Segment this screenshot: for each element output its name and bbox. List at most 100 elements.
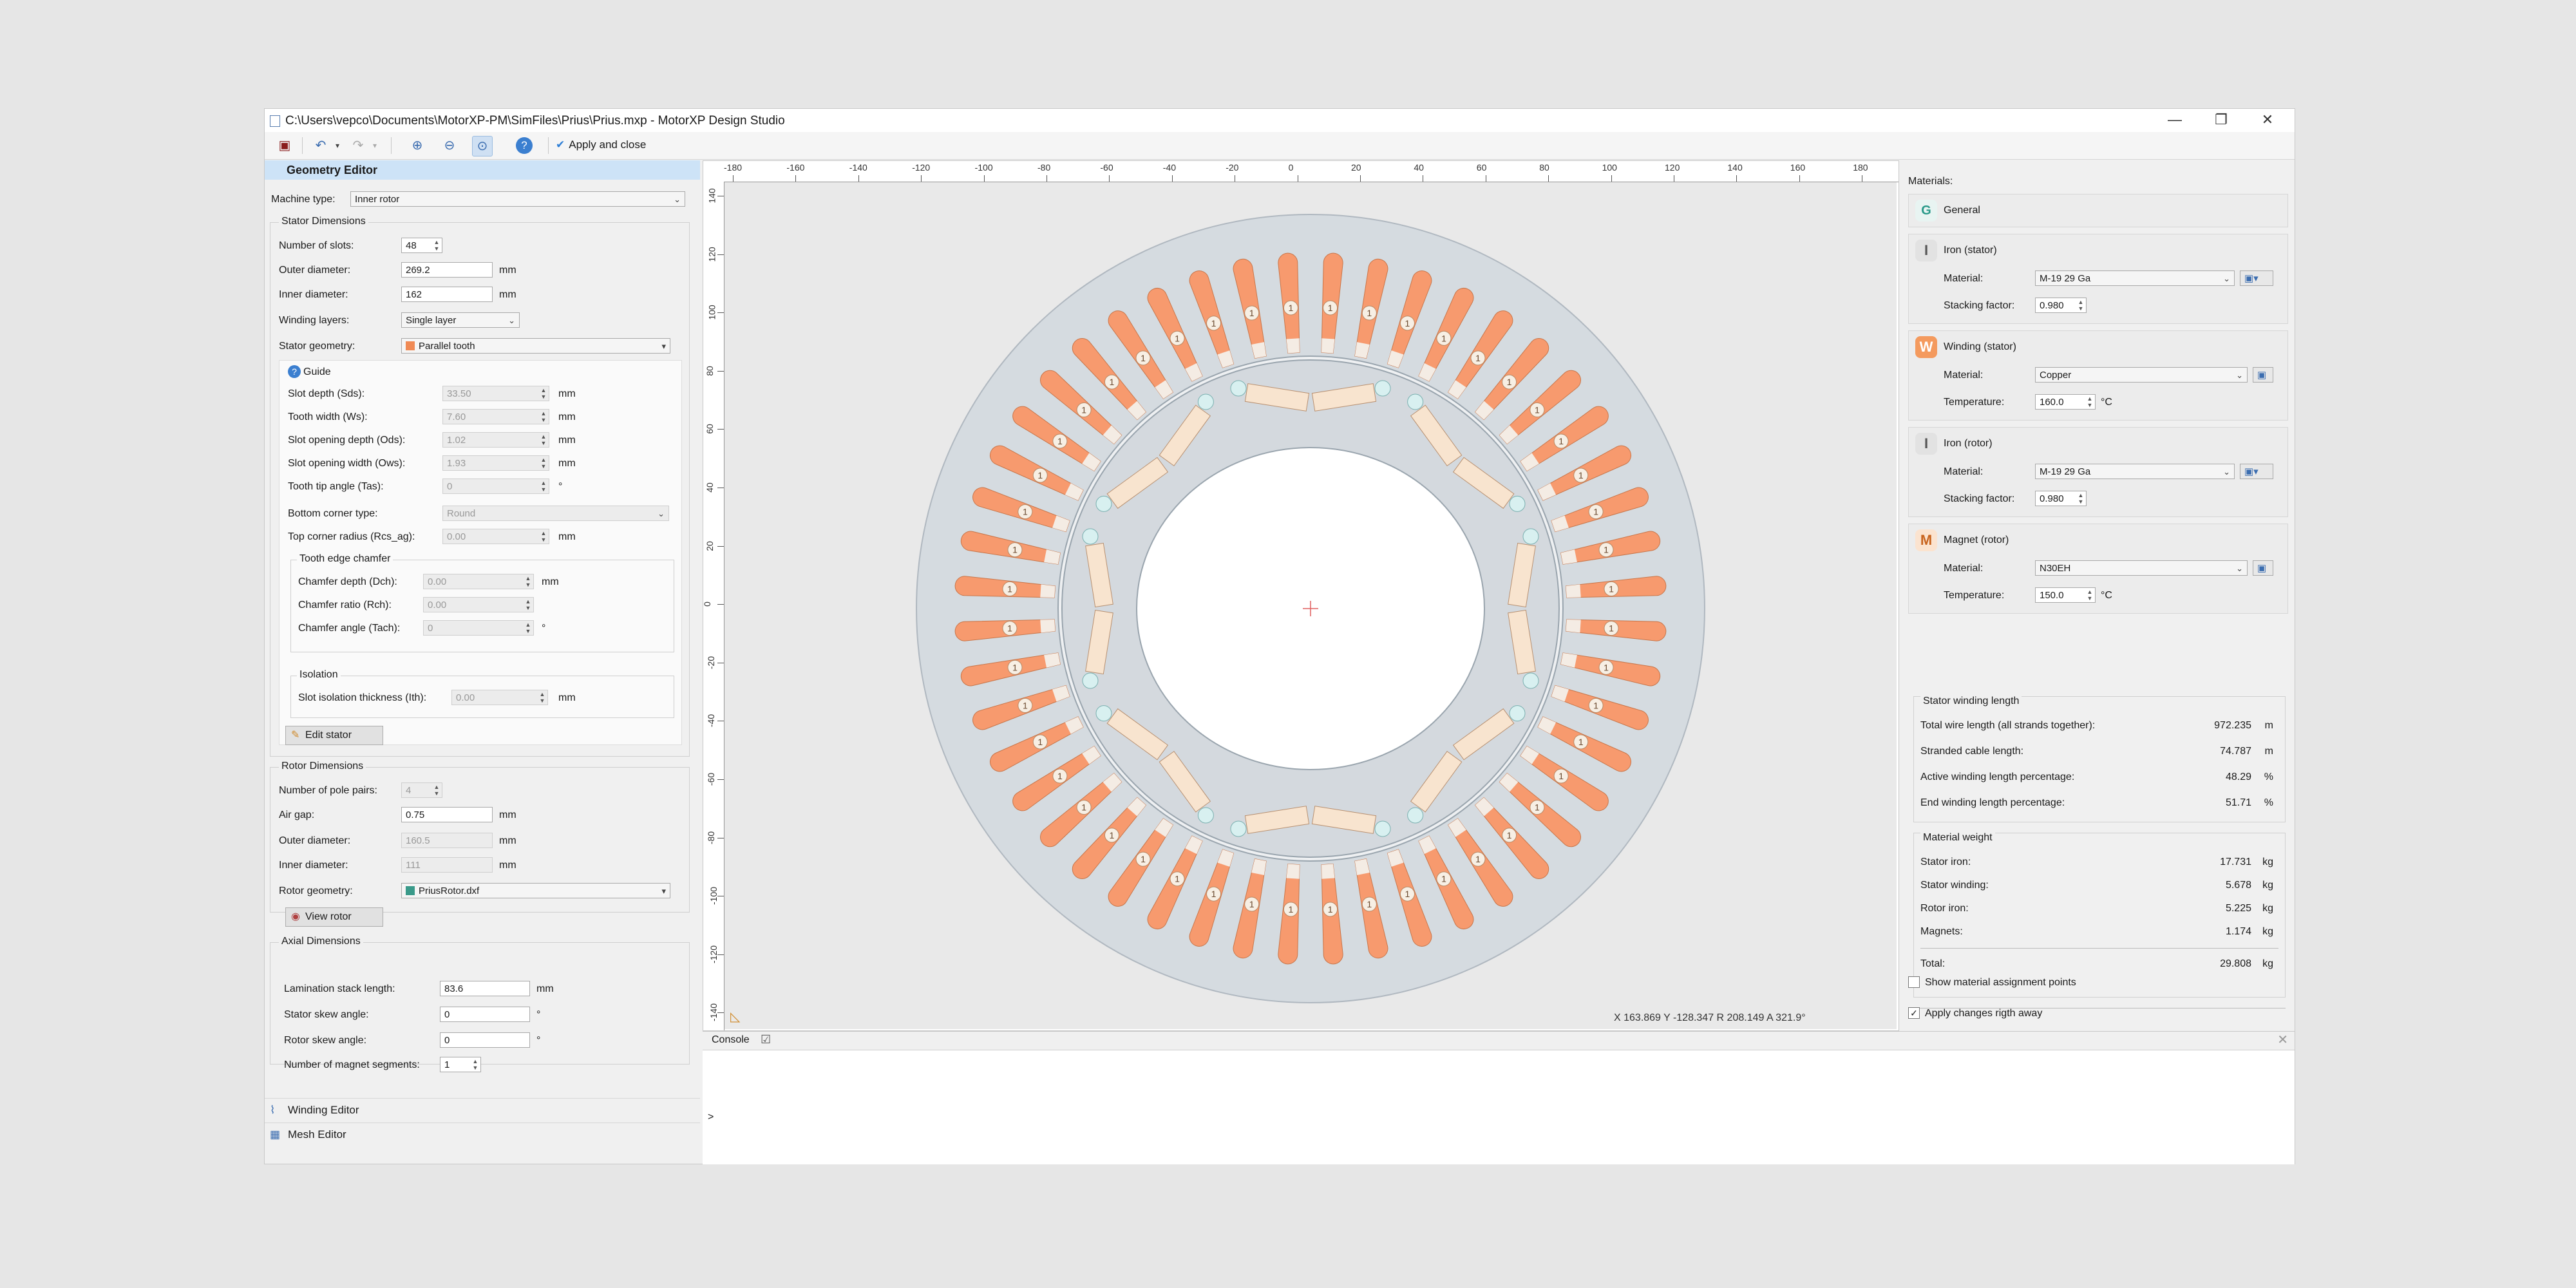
rotor-stacking-input[interactable]: 0.980 ▲ ▼ bbox=[2035, 491, 2087, 506]
spin-icon[interactable]: ▲ ▼ bbox=[2085, 589, 2094, 601]
mesh-editor-item[interactable]: ▦ Mesh Editor bbox=[265, 1122, 700, 1146]
zoom-fit-icon[interactable]: ⊙ bbox=[472, 136, 493, 156]
save-icon[interactable]: ▣ bbox=[275, 136, 294, 155]
slot-label: 1 bbox=[1441, 333, 1446, 343]
rotor-outer-input[interactable]: 160.5 bbox=[401, 833, 493, 848]
spin-icon[interactable]: ▲ ▼ bbox=[539, 530, 548, 543]
undo-dropdown-icon[interactable]: ▾ bbox=[328, 136, 347, 155]
material-label: Material: bbox=[1944, 466, 1984, 477]
help-icon[interactable]: ? bbox=[516, 137, 533, 154]
rotor-inner-input[interactable]: 111 bbox=[401, 857, 493, 873]
chamfer-ratio-input[interactable]: 0.00 ▲ ▼ bbox=[423, 597, 534, 612]
magnet-temperature-input[interactable]: 150.0 ▲ ▼ bbox=[2035, 587, 2096, 603]
stator-skew-input[interactable]: 0 bbox=[440, 1007, 530, 1022]
spin-icon[interactable]: ▲ ▼ bbox=[2085, 395, 2094, 408]
spin-icon[interactable]: ▲ ▼ bbox=[471, 1058, 480, 1071]
spin-icon[interactable]: ▲ ▼ bbox=[539, 480, 548, 493]
pole-pairs-input[interactable]: 4 ▲ ▼ bbox=[401, 782, 442, 798]
apply-and-close-button[interactable]: ✔ Apply and close bbox=[556, 138, 646, 151]
air-gap-input[interactable]: 0.75 bbox=[401, 807, 493, 822]
plot-area[interactable]: 1 1 1 1 1 1 1 1 1 1 1 1 1 1 1 1 1 1 1 1 1 1 1 1 1 1 1 1 1 1 1 1 1 1 1 1 1 1 1 1… bbox=[724, 182, 1897, 1029]
iron-stator-material-select[interactable]: M-19 29 Ga ⌄ bbox=[2035, 270, 2235, 286]
magnet-icon: M bbox=[1915, 529, 1937, 551]
tooth-width-label: Tooth width (Ws): bbox=[288, 412, 368, 422]
redo-dropdown-icon[interactable]: ▾ bbox=[365, 136, 384, 155]
spin-icon[interactable]: ▲ ▼ bbox=[539, 433, 548, 446]
outer-diameter-input[interactable]: 269.2 bbox=[401, 262, 493, 278]
spin-icon[interactable]: ▲ ▼ bbox=[2076, 299, 2085, 312]
apply-changes-checkbox[interactable]: ✓ bbox=[1908, 1007, 1920, 1019]
chamfer-angle-input[interactable]: 0 ▲ ▼ bbox=[423, 620, 534, 636]
show-points-checkbox[interactable] bbox=[1908, 976, 1920, 988]
spin-icon[interactable]: ▲ ▼ bbox=[538, 691, 547, 704]
spin-icon[interactable]: ▲ ▼ bbox=[539, 457, 548, 469]
library-icon: ▣▾ bbox=[2244, 466, 2259, 477]
iron-rotor-material-select[interactable]: M-19 29 Ga ⌄ bbox=[2035, 464, 2235, 479]
stator-geometry-select[interactable]: Parallel tooth ▾ bbox=[401, 338, 670, 354]
slot-label: 1 bbox=[1012, 545, 1018, 555]
slot-label: 1 bbox=[1175, 333, 1180, 343]
geometry-editor-header[interactable]: Geometry Editor bbox=[265, 160, 700, 180]
rotor-geometry-select[interactable]: PriusRotor.dxf ▾ bbox=[401, 883, 670, 898]
zoom-out-icon[interactable]: ⊖ bbox=[440, 136, 459, 155]
y-tick-label: -40 bbox=[706, 714, 717, 728]
tooth-tip-angle-input[interactable]: 0 ▲ ▼ bbox=[442, 478, 549, 494]
spin-icon[interactable]: ▲ ▼ bbox=[2076, 492, 2085, 505]
guide-link[interactable]: Guide bbox=[303, 366, 331, 378]
bottom-corner-select[interactable]: Round ⌄ bbox=[442, 506, 669, 521]
help-icon[interactable]: ? bbox=[288, 365, 301, 378]
material-weight-title: Material weight bbox=[1920, 832, 1995, 844]
winding-editor-item[interactable]: ⌇ Winding Editor bbox=[265, 1098, 700, 1122]
console-tab[interactable]: Console bbox=[712, 1034, 750, 1046]
winding-temperature-input[interactable]: 160.0 ▲ ▼ bbox=[2035, 394, 2096, 410]
geometry-canvas[interactable]: -180 -160 -140 -120 -100 -80 -60 -40 -20 0 20 40 60 8… bbox=[702, 160, 1899, 1031]
slot-label: 1 bbox=[1558, 771, 1564, 781]
magnet-material-select[interactable]: N30EH ⌄ bbox=[2035, 560, 2248, 576]
spin-icon[interactable]: ▲ ▼ bbox=[539, 410, 548, 423]
chamfer-depth-input[interactable]: 0.00 ▲ ▼ bbox=[423, 574, 534, 589]
spin-icon[interactable]: ▲ ▼ bbox=[539, 387, 548, 400]
spin-icon[interactable]: ▲ ▼ bbox=[524, 575, 533, 588]
stator-stacking-input[interactable]: 0.980 ▲ ▼ bbox=[2035, 298, 2087, 313]
material-library-button[interactable]: ▣ bbox=[2253, 367, 2273, 383]
inner-diameter-input[interactable]: 162 bbox=[401, 287, 493, 302]
slot-opening-width-input[interactable]: 1.93 ▲ ▼ bbox=[442, 455, 549, 471]
slot-opening-depth-input[interactable]: 1.02 ▲ ▼ bbox=[442, 432, 549, 448]
mesh-editor-icon: ▦ bbox=[270, 1128, 281, 1141]
slots-value: 48 bbox=[406, 240, 417, 251]
slots-input[interactable]: 48 ▲ ▼ bbox=[401, 238, 442, 253]
machine-type-select[interactable]: Inner rotor ⌄ bbox=[350, 191, 685, 207]
magnet-segments-input[interactable]: 1 ▲ ▼ bbox=[440, 1057, 481, 1072]
clear-console-icon[interactable]: ☑ bbox=[761, 1033, 771, 1046]
stator-iron-weight-label: Stator iron: bbox=[1920, 857, 1971, 867]
material-library-button[interactable]: ▣▾ bbox=[2240, 464, 2273, 479]
maximize-button[interactable]: ❐ bbox=[2198, 109, 2244, 132]
minimize-button[interactable]: — bbox=[2152, 109, 2198, 132]
spin-icon[interactable]: ▲ ▼ bbox=[524, 621, 533, 634]
motor-cross-section[interactable]: 1 1 1 1 1 1 1 1 1 1 1 1 1 1 1 1 1 1 1 1 1 1 1 1 1 1 1 1 1 1 1 1 1 1 1 1 1 1 1 1… bbox=[724, 182, 1897, 1029]
view-rotor-button[interactable]: ◉ View rotor bbox=[285, 907, 383, 927]
close-console-icon[interactable]: ✕ bbox=[2277, 1032, 2288, 1048]
spin-icon[interactable]: ▲ ▼ bbox=[432, 784, 441, 797]
console-input[interactable] bbox=[719, 1109, 2007, 1124]
edit-stator-button[interactable]: ✎ Edit stator bbox=[285, 726, 383, 745]
material-library-button[interactable]: ▣▾ bbox=[2240, 270, 2273, 286]
slot-depth-input[interactable]: 33.50 ▲ ▼ bbox=[442, 386, 549, 401]
y-tick-label: -20 bbox=[706, 656, 717, 669]
tooth-width-input[interactable]: 7.60 ▲ ▼ bbox=[442, 409, 549, 424]
isolation-input[interactable]: 0.00 ▲ ▼ bbox=[451, 690, 548, 705]
close-button[interactable]: ✕ bbox=[2244, 109, 2291, 132]
slot-label: 1 bbox=[1057, 436, 1063, 446]
unit-label: kg bbox=[2262, 958, 2273, 969]
spin-icon[interactable]: ▲ ▼ bbox=[432, 239, 441, 252]
top-corner-input[interactable]: 0.00 ▲ ▼ bbox=[442, 529, 549, 544]
winding-material-select[interactable]: Copper ⌄ bbox=[2035, 367, 2248, 383]
stack-length-input[interactable]: 83.6 bbox=[440, 981, 530, 996]
title-bar: C:\Users\vepco\Documents\MotorXP-PM\SimF… bbox=[265, 109, 2295, 132]
winding-layers-select[interactable]: Single layer ⌄ bbox=[401, 312, 520, 328]
zoom-in-icon[interactable]: ⊕ bbox=[408, 136, 427, 155]
spin-icon[interactable]: ▲ ▼ bbox=[524, 598, 533, 611]
material-library-button[interactable]: ▣ bbox=[2253, 560, 2273, 576]
rotor-skew-input[interactable]: 0 bbox=[440, 1032, 530, 1048]
general-card[interactable]: G General bbox=[1908, 194, 2288, 227]
